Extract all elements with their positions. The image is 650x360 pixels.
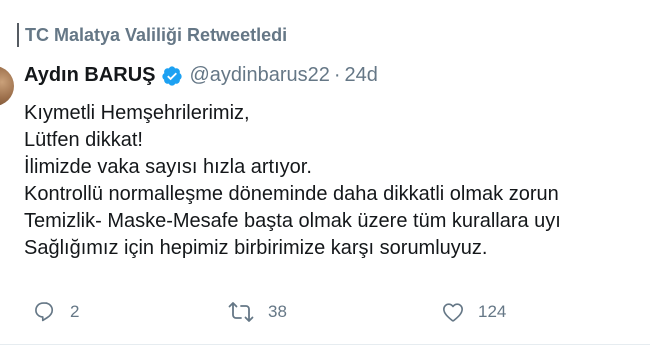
retweet-count: 38 (268, 302, 287, 321)
reply-button[interactable]: 2 (34, 294, 79, 330)
avatar[interactable] (0, 66, 14, 106)
retweet-button[interactable]: 38 (228, 294, 287, 330)
tweet-line: Kontrollü normalleşme döneminde daha dik… (24, 183, 559, 205)
tweet-line: Kıymetli Hemşehrilerimiz, (24, 102, 250, 124)
retweet-context-text[interactable]: TC Malatya Valiliği Retweetledi (25, 25, 287, 46)
retweet-icon (228, 301, 254, 323)
reply-count: 2 (70, 302, 80, 321)
tweet-text: Kıymetli Hemşehrilerimiz, Lütfen dikkat!… (24, 100, 650, 262)
tweet-line: İlimizde vaka sayısı hızla artıyor. (24, 156, 312, 178)
header-separator: · (333, 64, 341, 86)
author-name[interactable]: Aydın BARUŞ (24, 64, 155, 87)
like-count: 124 (478, 302, 507, 321)
tweet-line: Sağlığımız için hepimiz birbirimize karş… (24, 237, 488, 259)
like-button[interactable]: 124 (442, 294, 506, 330)
tweet-card[interactable]: TC Malatya Valiliği Retweetledi Aydın BA… (0, 0, 650, 360)
tweet-divider (0, 344, 650, 345)
retweet-context: TC Malatya Valiliği Retweetledi (17, 21, 287, 49)
heart-icon (442, 301, 464, 323)
tweet-header: Aydın BARUŞ @aydinbarus22 · 24d (24, 64, 378, 87)
tweet-line: Temizlik- Maske-Mesafe başta olmak üzere… (24, 210, 561, 232)
verified-badge-icon (161, 65, 183, 87)
tweet-line: Lütfen dikkat! (24, 129, 143, 151)
author-handle[interactable]: @aydinbarus22 (189, 64, 329, 87)
tweet-actions: 2 38 124 (0, 294, 650, 330)
tweet-timestamp[interactable]: 24d (345, 64, 378, 87)
retweet-context-marker (17, 23, 19, 47)
reply-icon (34, 301, 56, 323)
